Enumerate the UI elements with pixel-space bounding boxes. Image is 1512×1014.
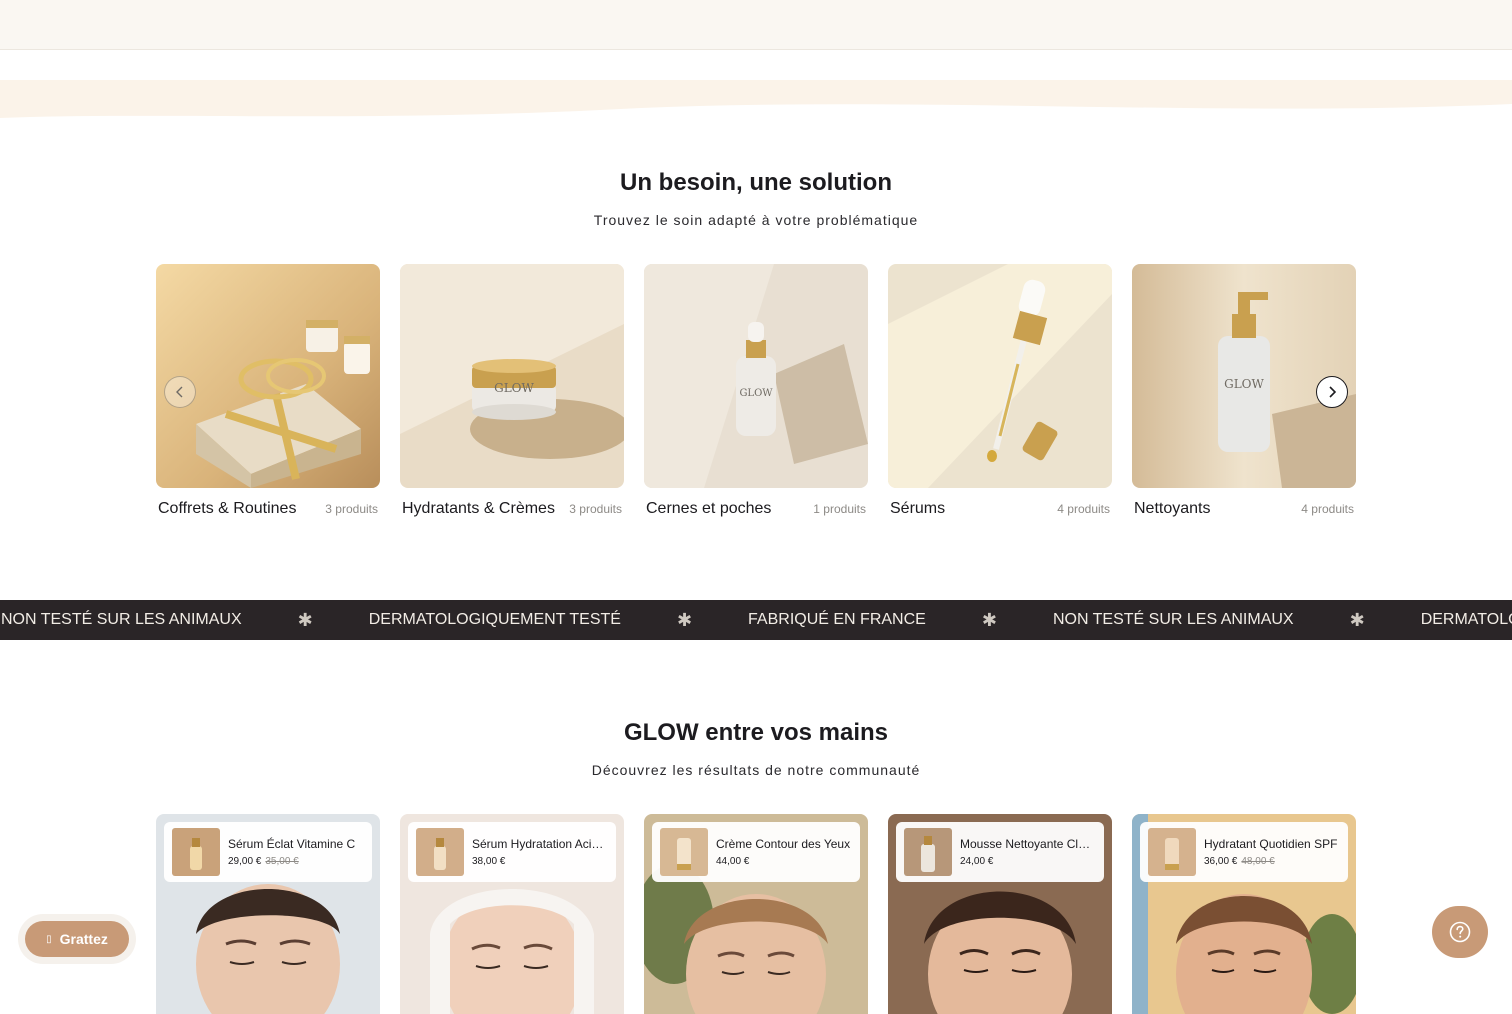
help-button[interactable] bbox=[1432, 906, 1488, 958]
category-carousel: Coffrets & Routines 3 produits GLOW Hydr… bbox=[156, 264, 1356, 524]
carousel-next-button[interactable] bbox=[1316, 376, 1348, 408]
product-price: 29,00 € bbox=[228, 856, 262, 867]
product-tag[interactable]: Crème Contour des Yeux 44,00 € bbox=[652, 822, 860, 882]
glow-logo-text: GLOW bbox=[1224, 377, 1264, 391]
product-old-price: 48,00 € bbox=[1241, 856, 1275, 867]
marquee-item: FABRIQUÉ EN FRANCE bbox=[748, 611, 926, 628]
category-name[interactable]: Nettoyants bbox=[1134, 500, 1210, 518]
product-tag[interactable]: Mousse Nettoyante Clarifiante 24,00 € bbox=[896, 822, 1104, 882]
community-card[interactable]: Sérum Éclat Vitamine C 29,00 €35,00 € bbox=[156, 814, 380, 1014]
scratch-button[interactable]: ▯ Grattez bbox=[25, 921, 129, 957]
asterisk-icon: ✱ bbox=[297, 609, 313, 630]
product-name: Mousse Nettoyante Clarifiante bbox=[960, 837, 1096, 851]
category-card-serums[interactable]: Sérums 4 produits bbox=[888, 264, 1112, 518]
product-name: Crème Contour des Yeux bbox=[716, 837, 851, 851]
scratch-label: Grattez bbox=[59, 931, 108, 947]
chevron-left-icon bbox=[176, 386, 183, 398]
marquee-item: DERMATOLOGIQUEMENT TESTÉ bbox=[1420, 611, 1512, 628]
category-name[interactable]: Coffrets & Routines bbox=[158, 500, 296, 518]
product-tag[interactable]: Sérum Éclat Vitamine C 29,00 €35,00 € bbox=[164, 822, 372, 882]
asterisk-icon: ✱ bbox=[981, 609, 997, 630]
category-card-cernes[interactable]: GLOW Cernes et poches 1 produits bbox=[644, 264, 868, 518]
category-count: 1 produits bbox=[813, 502, 866, 516]
asterisk-icon: ✱ bbox=[1349, 609, 1365, 630]
community-card[interactable]: Hydratant Quotidien SPF 36,00 €48,00 € bbox=[1132, 814, 1356, 1014]
category-image[interactable] bbox=[888, 264, 1112, 488]
product-tag[interactable]: Sérum Hydratation Acide Hyaluronique 38,… bbox=[408, 822, 616, 882]
category-count: 3 produits bbox=[569, 502, 622, 516]
category-name[interactable]: Cernes et poches bbox=[646, 500, 771, 518]
category-image[interactable]: GLOW bbox=[400, 264, 624, 488]
product-name: Sérum Hydratation Acide Hyaluronique bbox=[472, 837, 608, 851]
asterisk-icon: ✱ bbox=[676, 609, 693, 630]
question-icon bbox=[1449, 921, 1471, 943]
chevron-right-icon bbox=[1329, 386, 1337, 398]
product-thumbnail bbox=[172, 828, 220, 876]
marquee-item: NON TESTÉ SUR LES ANIMAUX bbox=[1052, 611, 1294, 628]
product-price: 38,00 € bbox=[472, 856, 506, 867]
product-old-price: 35,00 € bbox=[265, 856, 299, 867]
product-price: 36,00 € bbox=[1204, 856, 1238, 867]
decorative-wave bbox=[0, 80, 1512, 118]
marquee-item: DERMATOLOGIQUEMENT TESTÉ bbox=[368, 611, 621, 628]
product-price: 24,00 € bbox=[960, 856, 994, 867]
product-name: Hydratant Quotidien SPF bbox=[1204, 837, 1338, 851]
glow-logo-text: GLOW bbox=[494, 381, 534, 395]
category-name[interactable]: Sérums bbox=[890, 500, 945, 518]
trust-marquee: NON TESTÉ SUR LES ANIMAUX ✱ DERMATOLOGIQ… bbox=[0, 600, 1512, 640]
product-thumbnail bbox=[1148, 828, 1196, 876]
product-price: 44,00 € bbox=[716, 856, 750, 867]
glow-logo-text: GLOW bbox=[739, 388, 773, 399]
category-image[interactable] bbox=[156, 264, 380, 488]
product-tag[interactable]: Hydratant Quotidien SPF 36,00 €48,00 € bbox=[1140, 822, 1348, 882]
category-count: 4 produits bbox=[1301, 502, 1354, 516]
community-card[interactable]: Mousse Nettoyante Clarifiante 24,00 € bbox=[888, 814, 1112, 1014]
category-count: 3 produits bbox=[325, 502, 378, 516]
product-thumbnail bbox=[416, 828, 464, 876]
top-header-strip bbox=[0, 0, 1512, 50]
product-thumbnail bbox=[904, 828, 952, 876]
community-carousel: Sérum Éclat Vitamine C 29,00 €35,00 € Sé… bbox=[156, 814, 1356, 1014]
community-card[interactable]: Sérum Hydratation Acide Hyaluronique 38,… bbox=[400, 814, 624, 1014]
gift-icon: ▯ bbox=[46, 933, 52, 945]
category-card-hydratants[interactable]: GLOW Hydratants & Crèmes 3 produits bbox=[400, 264, 624, 518]
category-count: 4 produits bbox=[1057, 502, 1110, 516]
category-image[interactable]: GLOW bbox=[644, 264, 868, 488]
categories-title: Un besoin, une solution bbox=[620, 169, 892, 196]
community-card[interactable]: Crème Contour des Yeux 44,00 € bbox=[644, 814, 868, 1014]
scratch-widget[interactable]: ▯ Grattez bbox=[18, 914, 136, 964]
category-name[interactable]: Hydratants & Crèmes bbox=[402, 500, 555, 518]
marquee-item: NON TESTÉ SUR LES ANIMAUX bbox=[1, 611, 242, 628]
carousel-prev-button[interactable] bbox=[164, 376, 196, 408]
category-image[interactable]: GLOW bbox=[1132, 264, 1356, 488]
community-title: GLOW entre vos mains bbox=[623, 719, 889, 746]
community-subtitle: Découvrez les résultats de notre communa… bbox=[591, 762, 921, 778]
product-thumbnail bbox=[660, 828, 708, 876]
categories-subtitle: Trouvez le soin adapté à votre problémat… bbox=[593, 212, 919, 228]
product-name: Sérum Éclat Vitamine C bbox=[228, 837, 356, 851]
